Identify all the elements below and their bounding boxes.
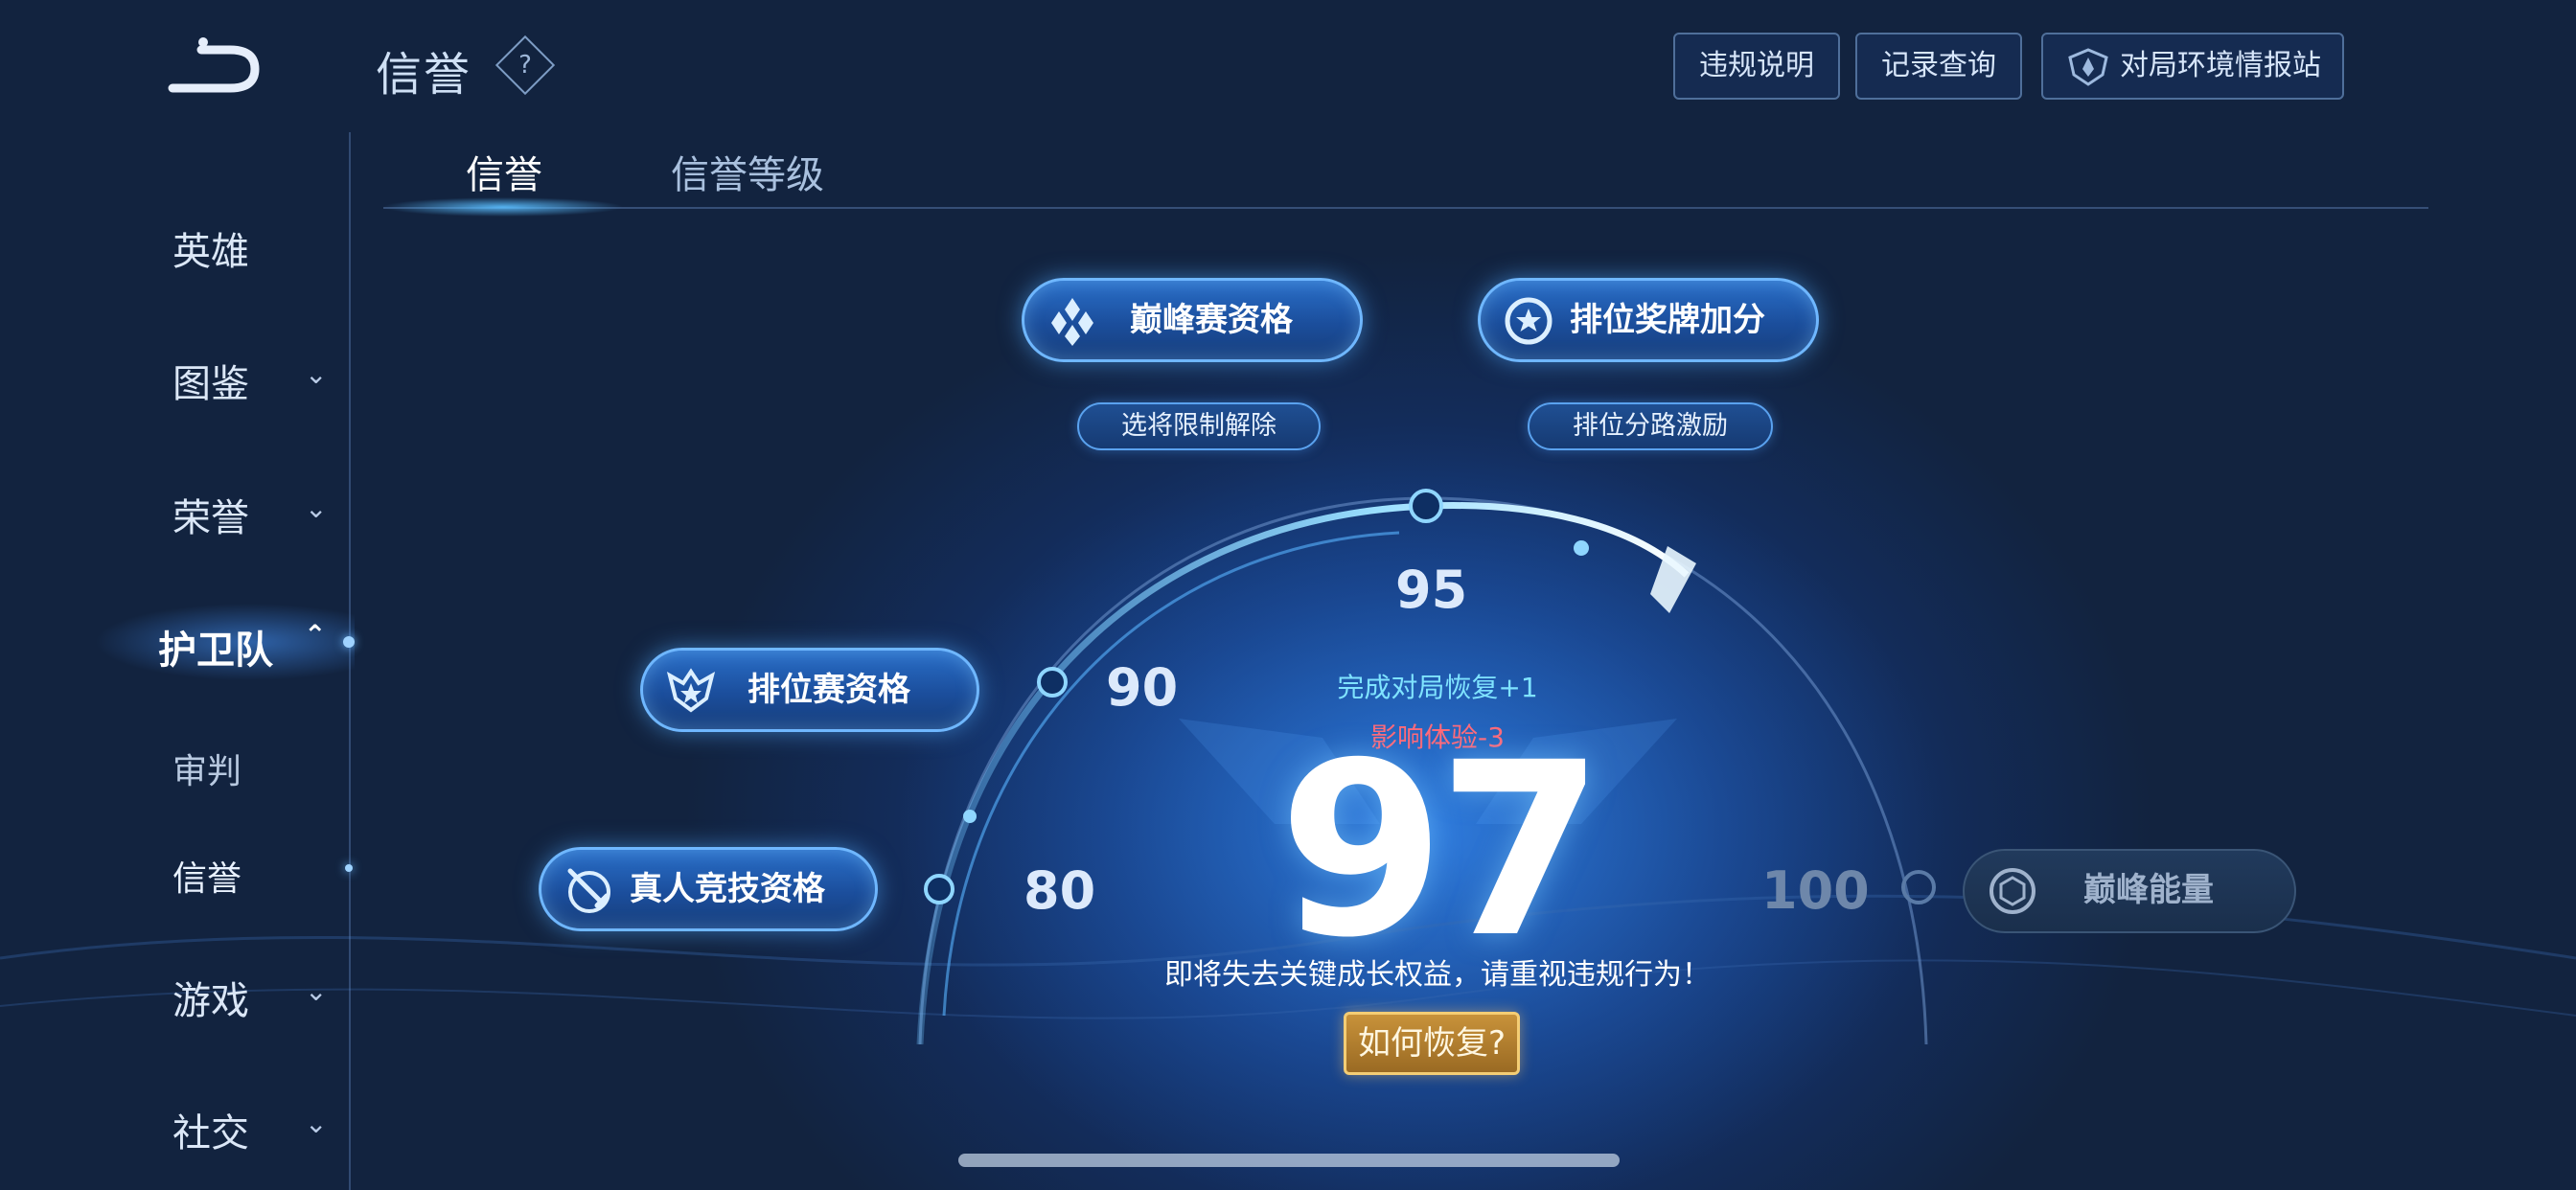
violation-info-button[interactable]: 违规说明 [1673, 33, 1840, 100]
peak-energy-badge[interactable]: 巅峰能量 [1963, 849, 2296, 933]
chevron-up-icon: ⌃ [304, 619, 327, 651]
tab-credit[interactable]: 信誉 [466, 144, 542, 199]
rank-lane-incentive-tag: 排位分路激励 [1528, 402, 1773, 450]
sidebar-selected-dot [345, 864, 353, 872]
background-arc-graphic [0, 450, 2576, 1190]
credit-warning-text: 即将失去关键成长权益，请重视违规行为！ [1164, 958, 1711, 992]
help-icon[interactable]: ? [494, 34, 556, 96]
real-player-qualification-badge[interactable]: 真人竞技资格 [539, 847, 878, 931]
match-environment-station-label: 对局环境情报站 [2120, 49, 2321, 82]
how-to-recover-button[interactable]: 如何恢复? [1344, 1012, 1520, 1075]
chevron-down-icon: ⌄ [305, 492, 328, 524]
recover-per-match-text: 完成对局恢复+1 [1337, 672, 1538, 703]
score-tick-90: 90 [1106, 657, 1179, 718]
score-tick-100: 100 [1761, 860, 1870, 921]
record-query-label: 记录查询 [1881, 49, 1996, 82]
back-arrow-icon[interactable] [163, 33, 268, 109]
chevron-down-icon: ⌄ [305, 358, 328, 390]
home-indicator-bar[interactable] [958, 1154, 1620, 1167]
peak-qualification-badge[interactable]: 巅峰赛资格 [1022, 278, 1363, 362]
record-query-button[interactable]: 记录查询 [1855, 33, 2022, 100]
ranked-qualification-badge[interactable]: 排位赛资格 [640, 648, 979, 732]
score-tick-80: 80 [1024, 860, 1096, 921]
chevron-down-icon: ⌄ [305, 975, 328, 1007]
credit-score-value: 97 [1278, 711, 1604, 990]
sidebar-active-dot [343, 636, 355, 648]
tab-credit-level[interactable]: 信誉等级 [671, 144, 824, 199]
score-tick-95: 95 [1395, 560, 1468, 620]
tab-bar-line [383, 207, 2428, 209]
page-title: 信誉 [376, 48, 472, 102]
rank-medal-bonus-badge[interactable]: 排位奖牌加分 [1478, 278, 1819, 362]
hero-pick-unlock-tag: 选将限制解除 [1077, 402, 1321, 450]
match-environment-station-button[interactable]: 对局环境情报站 [2041, 33, 2344, 100]
chevron-down-icon: ⌄ [305, 1108, 328, 1139]
violation-info-label: 违规说明 [1699, 49, 1814, 82]
guard-emblem-icon [2068, 47, 2108, 86]
